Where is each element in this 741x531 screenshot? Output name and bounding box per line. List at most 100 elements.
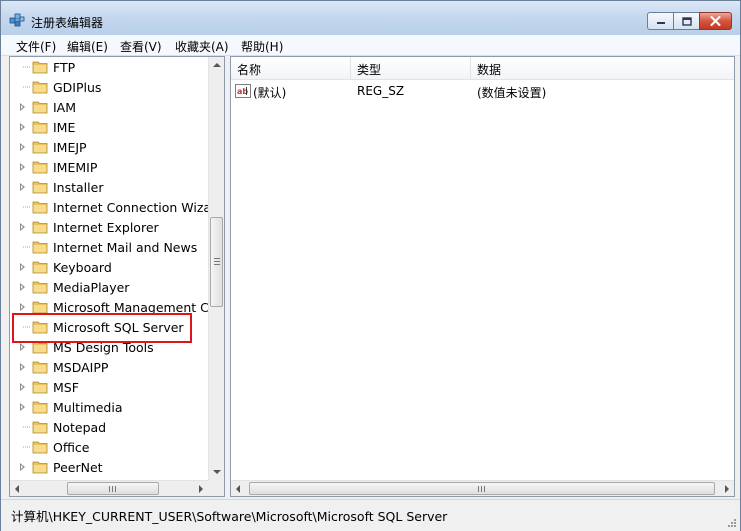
selection-annotation-box bbox=[12, 313, 192, 343]
tree-line-icon bbox=[23, 426, 31, 428]
folder-icon bbox=[32, 61, 48, 74]
tree-item-label: IMEMIP bbox=[53, 160, 98, 175]
list-horizontal-scrollbar[interactable] bbox=[231, 480, 734, 496]
expand-arrow-icon[interactable] bbox=[20, 223, 25, 231]
menu-edit[interactable]: 编辑(E) bbox=[67, 38, 108, 55]
tree-item[interactable]: MediaPlayer bbox=[10, 277, 208, 297]
tree-vertical-scrollbar[interactable] bbox=[208, 57, 224, 480]
tree-item-label: MediaPlayer bbox=[53, 280, 130, 295]
folder-icon bbox=[32, 261, 48, 274]
column-label-data: 数据 bbox=[477, 63, 502, 77]
tree-item-label: GDIPlus bbox=[53, 80, 102, 95]
column-header-name[interactable]: 名称 bbox=[231, 57, 351, 80]
tree-item-label: IMEJP bbox=[53, 140, 87, 155]
column-label-type: 类型 bbox=[357, 63, 382, 77]
expand-arrow-icon[interactable] bbox=[20, 263, 25, 271]
window-title: 注册表编辑器 bbox=[31, 16, 104, 30]
expand-arrow-icon[interactable] bbox=[20, 463, 25, 471]
folder-icon bbox=[32, 181, 48, 194]
expand-arrow-icon[interactable] bbox=[20, 303, 25, 311]
folder-icon bbox=[32, 401, 48, 414]
tree-item[interactable]: MSF bbox=[10, 377, 208, 397]
expand-arrow-icon[interactable] bbox=[20, 343, 25, 351]
tree-line-icon bbox=[23, 86, 31, 88]
expand-arrow-icon[interactable] bbox=[20, 363, 25, 371]
maximize-button[interactable] bbox=[673, 12, 700, 30]
menu-file[interactable]: 文件(F) bbox=[16, 38, 56, 55]
expand-arrow-icon[interactable] bbox=[20, 143, 25, 151]
scroll-right-icon[interactable] bbox=[199, 485, 203, 493]
tree-item[interactable]: Notepad bbox=[10, 417, 208, 437]
tree-item[interactable]: IMEMIP bbox=[10, 157, 208, 177]
tree-item[interactable]: GDIPlus bbox=[10, 77, 208, 97]
menu-favorites[interactable]: 收藏夹(A) bbox=[175, 38, 229, 55]
tree-hscroll-thumb[interactable] bbox=[67, 482, 159, 495]
menu-view[interactable]: 查看(V) bbox=[120, 38, 162, 55]
tree-item[interactable]: Internet Connection Wizard bbox=[10, 197, 208, 217]
tree-item[interactable]: IMEJP bbox=[10, 137, 208, 157]
scroll-left-icon[interactable] bbox=[236, 485, 240, 493]
scroll-down-icon[interactable] bbox=[213, 470, 221, 474]
minimize-button[interactable] bbox=[647, 12, 674, 30]
scroll-left-icon[interactable] bbox=[15, 485, 19, 493]
folder-icon bbox=[32, 361, 48, 374]
tree-horizontal-scrollbar[interactable] bbox=[10, 480, 208, 496]
folder-icon bbox=[32, 281, 48, 294]
expand-arrow-icon[interactable] bbox=[20, 383, 25, 391]
tree-item-label: Internet Connection Wizard bbox=[53, 200, 208, 215]
expand-arrow-icon[interactable] bbox=[20, 283, 25, 291]
folder-icon bbox=[32, 101, 48, 114]
resize-grip-icon[interactable] bbox=[726, 517, 736, 527]
expand-arrow-icon[interactable] bbox=[20, 103, 25, 111]
tree-item[interactable]: MSDAIPP bbox=[10, 357, 208, 377]
column-header-data[interactable]: 数据 bbox=[471, 57, 734, 80]
registry-editor-window: 注册表编辑器 文件(F) 编辑(E) 查看(V) 收藏夹(A) 帮助(H) FT… bbox=[0, 0, 741, 531]
close-icon bbox=[710, 16, 721, 26]
tree-item[interactable]: FTP bbox=[10, 57, 208, 77]
scroll-right-icon[interactable] bbox=[725, 485, 729, 493]
tree-item-label: Keyboard bbox=[53, 260, 112, 275]
folder-icon bbox=[32, 221, 48, 234]
key-tree-pane[interactable]: FTP GDIPlus IAM IME IMEJP IMEMIP Installer Inte… bbox=[9, 56, 225, 497]
expand-arrow-icon[interactable] bbox=[20, 123, 25, 131]
maximize-icon bbox=[681, 16, 692, 26]
tree-item-label: Multimedia bbox=[53, 400, 123, 415]
title-bar[interactable]: 注册表编辑器 bbox=[1, 1, 740, 35]
expand-arrow-icon[interactable] bbox=[20, 163, 25, 171]
expand-arrow-icon[interactable] bbox=[20, 183, 25, 191]
expand-arrow-icon[interactable] bbox=[20, 403, 25, 411]
folder-icon bbox=[32, 381, 48, 394]
tree-item[interactable]: Internet Mail and News bbox=[10, 237, 208, 257]
tree-item[interactable]: Keyboard bbox=[10, 257, 208, 277]
tree-item[interactable]: IME bbox=[10, 117, 208, 137]
status-bar: 计算机\HKEY_CURRENT_USER\Software\Microsoft… bbox=[1, 499, 740, 531]
value-data: (数值未设置) bbox=[477, 86, 547, 100]
tree-item-label: Office bbox=[53, 440, 90, 455]
tree-scroll-thumb[interactable] bbox=[210, 217, 223, 307]
list-hscroll-thumb[interactable] bbox=[249, 482, 715, 495]
folder-icon bbox=[32, 301, 48, 314]
value-name[interactable]: (默认) bbox=[253, 84, 286, 101]
tree-line-icon bbox=[23, 66, 31, 68]
minimize-icon bbox=[656, 22, 665, 24]
tree-item-label: Internet Explorer bbox=[53, 220, 159, 235]
close-button[interactable] bbox=[699, 12, 732, 30]
tree-item-label: MSF bbox=[53, 380, 79, 395]
folder-icon bbox=[32, 461, 48, 474]
tree-item[interactable]: Office bbox=[10, 437, 208, 457]
tree-item[interactable]: Internet Explorer bbox=[10, 217, 208, 237]
folder-icon bbox=[32, 121, 48, 134]
value-list-pane[interactable]: 名称 类型 数据 ab (默认) REG_SZ (数值未设置) bbox=[230, 56, 735, 497]
tree-line-icon bbox=[23, 246, 31, 248]
tree-item[interactable]: Multimedia bbox=[10, 397, 208, 417]
tree-item-label: Notepad bbox=[53, 420, 107, 435]
menu-help[interactable]: 帮助(H) bbox=[241, 38, 283, 55]
tree-item[interactable]: PeerNet bbox=[10, 457, 208, 477]
tree-item[interactable]: IAM bbox=[10, 97, 208, 117]
column-header-type[interactable]: 类型 bbox=[351, 57, 471, 80]
folder-icon bbox=[32, 141, 48, 154]
tree-item[interactable]: Installer bbox=[10, 177, 208, 197]
tree-item-label: FTP bbox=[53, 60, 76, 75]
menu-bar: 文件(F) 编辑(E) 查看(V) 收藏夹(A) 帮助(H) bbox=[1, 35, 740, 56]
scroll-up-icon[interactable] bbox=[213, 63, 221, 67]
